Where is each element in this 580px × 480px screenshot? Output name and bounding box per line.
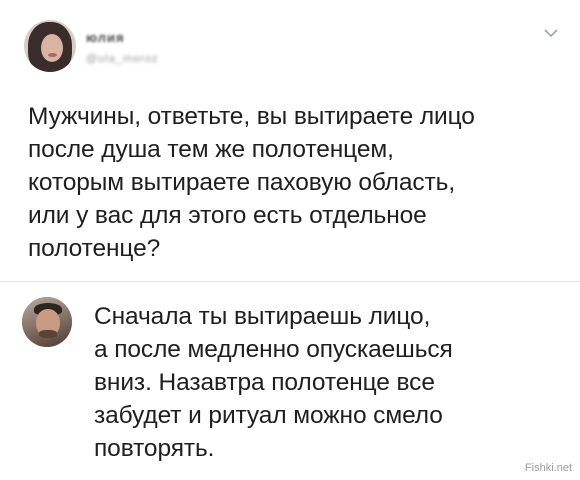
tweet-text: Мужчины, ответьте, вы вытираете лицо пос… [28, 103, 475, 262]
author-handle[interactable]: @ula_moroz [86, 53, 159, 65]
author-avatar[interactable] [24, 20, 76, 72]
author-name[interactable]: юлия [86, 30, 159, 45]
chevron-down-icon[interactable] [544, 28, 558, 38]
avatar-beard [39, 330, 57, 338]
avatar-face [41, 34, 63, 62]
watermark: Fishki.net [524, 462, 572, 474]
original-tweet: юлия @ula_moroz Мужчины, ответьте, вы вы… [0, 0, 580, 288]
author-info: юлия @ula_moroz [86, 30, 159, 65]
divider [0, 281, 580, 282]
avatar-lips [48, 53, 57, 57]
reply-text: Сначала ты вытираешь лицо, а после медле… [94, 303, 453, 462]
reply-avatar[interactable] [22, 297, 72, 347]
